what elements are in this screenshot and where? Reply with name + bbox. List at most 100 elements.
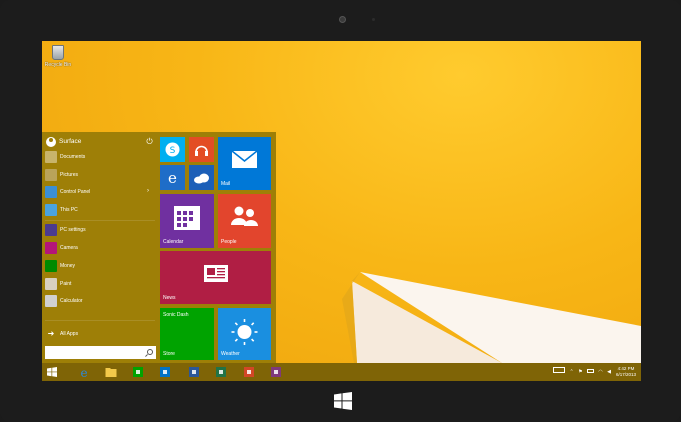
- user-account[interactable]: Surface ⏻: [42, 135, 158, 150]
- taskbar: e ⌃ ⚑ ◠ ◀ 4:42 PM 6/17/2013: [42, 363, 641, 381]
- file-explorer-taskbar-button[interactable]: [104, 365, 118, 379]
- user-name: Surface: [59, 138, 82, 145]
- headphones-icon: [195, 145, 208, 156]
- pictures-icon: [45, 169, 57, 181]
- folder-icon: [105, 368, 117, 377]
- documents-icon: [45, 151, 57, 163]
- svg-text:e: e: [168, 169, 177, 187]
- pc-settings-icon: [45, 224, 57, 236]
- cloud-icon: [194, 173, 209, 184]
- onenote-taskbar-button[interactable]: [269, 365, 283, 379]
- menu-separator: [45, 220, 155, 221]
- light-sensor: [372, 18, 375, 21]
- tile-people[interactable]: People: [218, 194, 271, 248]
- tile-news[interactable]: News: [160, 251, 271, 304]
- start-search-input[interactable]: [45, 346, 156, 359]
- start-menu-left-pane: Surface ⏻ Documents Pictures Control Panel…: [42, 132, 158, 363]
- system-tray: ⌃ ⚑ ◠ ◀: [553, 367, 611, 375]
- svg-text:S: S: [170, 146, 176, 156]
- internet-explorer-icon: e: [80, 366, 87, 380]
- user-avatar: [46, 137, 56, 147]
- start-menu-item-label: Pictures: [60, 172, 79, 178]
- word-icon: [189, 367, 199, 377]
- internet-explorer-icon: e: [168, 169, 177, 187]
- tile-calendar[interactable]: Calendar: [160, 194, 214, 248]
- this-pc-icon: [45, 204, 57, 216]
- skype-icon: S: [165, 142, 180, 157]
- start-menu-item-calculator[interactable]: Calculator: [42, 293, 158, 310]
- start-menu: Surface ⏻ Documents Pictures Control Panel…: [42, 132, 276, 363]
- start-menu-item-this-pc[interactable]: This PC: [42, 202, 158, 219]
- camera-icon: [45, 242, 57, 254]
- svg-text:e: e: [80, 366, 87, 379]
- calculator-icon: [45, 295, 57, 307]
- tile-mail[interactable]: Mail: [218, 137, 271, 190]
- start-menu-item-pictures[interactable]: Pictures: [42, 167, 158, 184]
- menu-separator: [45, 320, 155, 321]
- start-menu-item-label: Calculator: [60, 298, 83, 304]
- tile-label: Store: [163, 351, 175, 357]
- desktop-icon-label: Recycle Bin: [44, 62, 72, 68]
- camera-icon: [339, 16, 346, 23]
- store-taskbar-button[interactable]: [131, 365, 145, 379]
- tile-sublabel: Sonic Dash: [163, 312, 189, 318]
- money-icon: [45, 260, 57, 272]
- windows-logo-icon: [47, 367, 57, 377]
- store-icon: [133, 367, 143, 377]
- all-apps-button[interactable]: ➜ All Apps: [42, 326, 158, 343]
- tile-store[interactable]: Sonic Dash Store: [160, 308, 214, 360]
- keyboard-icon[interactable]: [553, 367, 566, 373]
- start-menu-item-label: Documents: [60, 154, 86, 160]
- windows-logo-icon[interactable]: [334, 392, 352, 410]
- paint-icon: [45, 278, 57, 290]
- tile-onedrive[interactable]: [189, 165, 214, 190]
- outlook-taskbar-button[interactable]: [158, 365, 172, 379]
- outlook-icon: [160, 367, 170, 377]
- tile-label: People: [221, 239, 237, 245]
- start-menu-item-label: Money: [60, 263, 76, 269]
- screen: Recycle Bin Surface ⏻ Documents Pictures C…: [42, 41, 641, 381]
- tile-ie[interactable]: e: [160, 165, 185, 190]
- tile-music[interactable]: [189, 137, 214, 162]
- start-menu-item-label: Paint: [60, 281, 72, 287]
- taskbar-clock[interactable]: 4:42 PM 6/17/2013: [613, 366, 639, 378]
- powerpoint-taskbar-button[interactable]: [242, 365, 256, 379]
- excel-icon: [216, 367, 226, 377]
- arrow-right-icon: ➜: [47, 329, 55, 338]
- chevron-right-icon: ›: [147, 188, 149, 194]
- chevron-up-icon[interactable]: ⌃: [570, 369, 574, 375]
- start-menu-item-label: PC settings: [60, 227, 86, 233]
- start-menu-item-pc-settings[interactable]: PC settings: [42, 222, 158, 239]
- desktop-icon-recycle-bin[interactable]: Recycle Bin: [44, 45, 72, 68]
- start-menu-item-money[interactable]: Money: [42, 258, 158, 275]
- tile-label: Mail: [221, 181, 231, 187]
- tile-skype[interactable]: S: [160, 137, 185, 162]
- excel-taskbar-button[interactable]: [214, 365, 228, 379]
- start-menu-item-documents[interactable]: Documents: [42, 149, 158, 166]
- news-icon: [204, 265, 228, 282]
- powerpoint-icon: [244, 367, 254, 377]
- ie-taskbar-button[interactable]: e: [77, 365, 91, 380]
- control-panel-icon: [45, 186, 57, 198]
- tile-label: News: [163, 295, 176, 301]
- search-icon[interactable]: [147, 349, 153, 355]
- start-menu-item-camera[interactable]: Camera: [42, 240, 158, 257]
- start-menu-item-control-panel[interactable]: Control Panel ›: [42, 184, 158, 201]
- clock-date: 6/17/2013: [615, 372, 637, 377]
- recycle-bin-icon: [52, 45, 64, 60]
- start-button[interactable]: [45, 365, 59, 379]
- start-menu-item-label: Control Panel: [60, 189, 91, 195]
- start-menu-item-paint[interactable]: Paint: [42, 276, 158, 293]
- tile-label: Calendar: [163, 239, 184, 245]
- tile-label: Weather: [221, 351, 240, 357]
- word-taskbar-button[interactable]: [187, 365, 201, 379]
- flag-icon[interactable]: ⚑: [578, 369, 582, 375]
- volume-icon[interactable]: ◀: [607, 369, 611, 375]
- tile-weather[interactable]: Weather: [218, 308, 271, 360]
- onenote-icon: [271, 367, 281, 377]
- wifi-icon[interactable]: ◠: [598, 369, 602, 375]
- start-menu-item-label: Camera: [60, 245, 78, 251]
- start-menu-item-label: This PC: [60, 207, 78, 213]
- power-icon[interactable]: ⏻: [145, 137, 154, 146]
- battery-icon[interactable]: [586, 369, 594, 373]
